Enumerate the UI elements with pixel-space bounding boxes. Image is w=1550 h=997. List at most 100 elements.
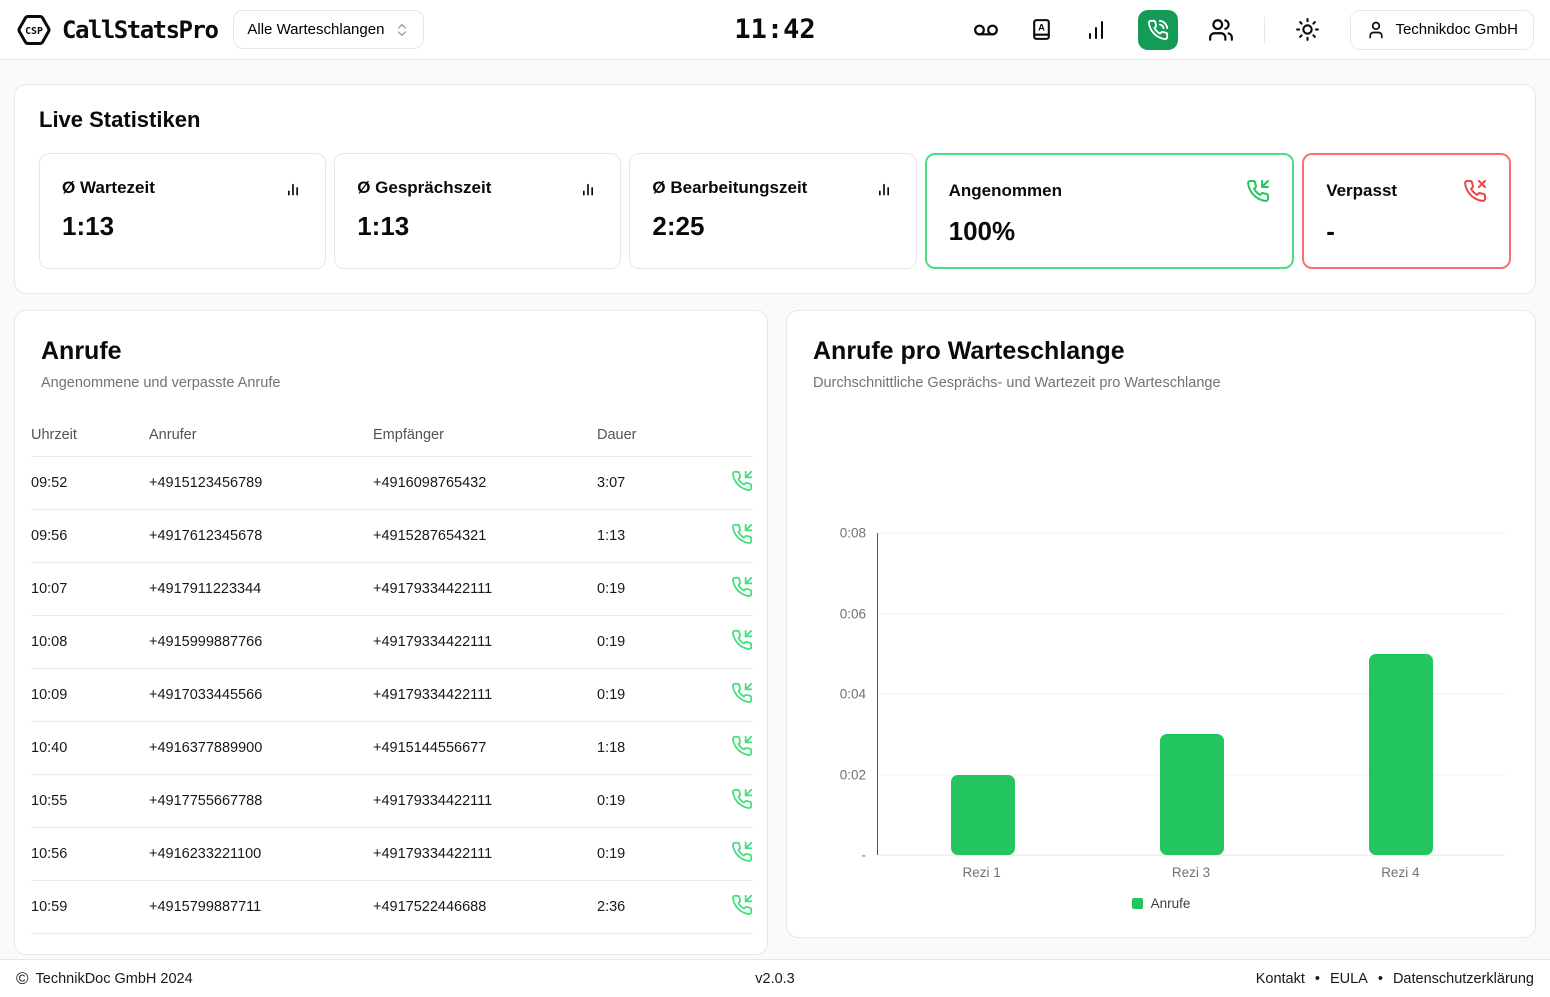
bar-slot <box>1296 533 1505 855</box>
stat-card-verpasst: Verpasst - <box>1302 153 1511 269</box>
cell-empfaenger: +49179334422111 <box>373 828 597 881</box>
cell-empfaenger: +49179334422111 <box>373 775 597 828</box>
stat-card-angenommen: Angenommen 100% <box>925 153 1295 269</box>
table-row[interactable]: 10:59 +4915799887711 +4917522446688 2:36 <box>31 881 753 934</box>
mini-bar-chart-icon <box>874 178 894 198</box>
calls-table-header-row: Uhrzeit Anrufer Empfänger Dauer <box>31 427 753 457</box>
copyright-icon: © <box>16 970 29 987</box>
footer-link-eula[interactable]: EULA <box>1330 971 1368 987</box>
cell-empfaenger: +49179334422111 <box>373 616 597 669</box>
bar-slot <box>1087 533 1296 855</box>
cell-uhrzeit: 10:07 <box>31 563 149 616</box>
cell-uhrzeit: 10:08 <box>31 616 149 669</box>
cell-empfaenger: +49179334422111 <box>373 669 597 722</box>
column-header-status <box>713 427 753 457</box>
x-axis-label: Rezi 4 <box>1296 865 1505 880</box>
stat-value: 1:13 <box>62 211 303 242</box>
cell-dauer: 1:18 <box>597 722 713 775</box>
table-row[interactable]: 10:56 +4916233221100 +49179334422111 0:1… <box>31 828 753 881</box>
phone-incoming-icon <box>713 510 753 563</box>
phone-incoming-icon <box>713 669 753 722</box>
csp-hexagon-logo-icon: CSP <box>16 12 52 48</box>
contacts-book-icon[interactable]: A <box>1029 17 1054 42</box>
cell-uhrzeit: 10:59 <box>31 881 149 934</box>
table-row[interactable]: 10:55 +4917755667788 +49179334422111 0:1… <box>31 775 753 828</box>
mini-bar-chart-icon <box>283 178 303 198</box>
y-tick-label: 0:06 <box>840 606 866 621</box>
table-row[interactable]: 10:40 +4916377889900 +4915144556677 1:18 <box>31 722 753 775</box>
team-users-icon[interactable] <box>1208 17 1234 43</box>
column-header-empfaenger: Empfänger <box>373 427 597 457</box>
table-row[interactable]: 10:08 +4915999887766 +49179334422111 0:1… <box>31 616 753 669</box>
chart-legend: Anrufe <box>787 896 1535 911</box>
chart-title: Anrufe pro Warteschlange <box>813 337 1509 366</box>
cell-uhrzeit: 10:09 <box>31 669 149 722</box>
cell-uhrzeit: 10:56 <box>31 828 149 881</box>
user-icon <box>1366 20 1386 40</box>
app-version: v2.0.3 <box>755 971 795 987</box>
cell-anrufer: +4916377889900 <box>149 722 373 775</box>
cell-empfaenger: +4915287654321 <box>373 510 597 563</box>
cell-anrufer: +4915799887711 <box>149 881 373 934</box>
cell-dauer: 3:07 <box>597 457 713 510</box>
account-button[interactable]: Technikdoc GmbH <box>1350 10 1534 50</box>
cell-dauer: 0:19 <box>597 616 713 669</box>
table-row[interactable]: 10:07 +4917911223344 +49179334422111 0:1… <box>31 563 753 616</box>
phone-incoming-icon <box>713 563 753 616</box>
stat-value: 100% <box>949 216 1271 247</box>
bar-slot <box>878 533 1087 855</box>
phone-incoming-icon <box>713 828 753 881</box>
cell-empfaenger: +4917522446688 <box>373 881 597 934</box>
phone-incoming-icon <box>713 881 753 934</box>
cell-uhrzeit: 09:52 <box>31 457 149 510</box>
live-clock: 11:42 <box>734 14 815 45</box>
x-axis-label: Rezi 3 <box>1086 865 1295 880</box>
footer-copyright: © TechnikDoc GmbH 2024 <box>16 970 193 987</box>
y-tick-label: 0:04 <box>840 687 866 702</box>
voicemail-icon[interactable] <box>973 17 999 43</box>
footer-separator: • <box>1315 971 1320 987</box>
footer-link-datenschutz[interactable]: Datenschutzerklärung <box>1393 971 1534 987</box>
cell-anrufer: +4915123456789 <box>149 457 373 510</box>
phone-incoming-icon <box>713 616 753 669</box>
y-tick-label: 0:02 <box>840 767 866 782</box>
top-bar: CSP CallStatsPro Alle Warteschlangen 11:… <box>0 0 1550 60</box>
table-row[interactable]: 10:09 +4917033445566 +49179334422111 0:1… <box>31 669 753 722</box>
chevrons-up-down-icon <box>394 22 410 38</box>
theme-toggle-sun-icon[interactable] <box>1295 17 1320 42</box>
stat-label: Verpasst <box>1326 181 1397 201</box>
cell-uhrzeit: 10:55 <box>31 775 149 828</box>
stat-card-wartezeit: Ø Wartezeit 1:13 <box>39 153 326 269</box>
legend-label: Anrufe <box>1151 896 1191 911</box>
table-row[interactable]: 09:52 +4915123456789 +4916098765432 3:07 <box>31 457 753 510</box>
footer-separator: • <box>1378 971 1383 987</box>
account-label: Technikdoc GmbH <box>1395 21 1518 38</box>
column-header-dauer: Dauer <box>597 427 713 457</box>
column-header-uhrzeit: Uhrzeit <box>31 427 149 457</box>
chart-subtitle: Durchschnittliche Gesprächs- und Warteze… <box>813 375 1509 391</box>
calls-table-body: 09:52 +4915123456789 +4916098765432 3:07… <box>31 457 753 934</box>
phone-calls-active-button[interactable] <box>1138 10 1178 50</box>
table-row[interactable]: 09:56 +4917612345678 +4915287654321 1:13 <box>31 510 753 563</box>
cell-anrufer: +4917612345678 <box>149 510 373 563</box>
legend-swatch <box>1132 898 1143 909</box>
queue-selector-value: Alle Warteschlangen <box>247 21 384 38</box>
y-tick-label: - <box>862 848 867 863</box>
cell-uhrzeit: 09:56 <box>31 510 149 563</box>
bar-chart: -0:020:040:060:08 Rezi 1Rezi 3Rezi 4 Anr… <box>787 533 1535 911</box>
statistics-bars-icon[interactable] <box>1084 18 1108 42</box>
app-logo: CSP CallStatsPro <box>16 12 217 48</box>
queue-selector-dropdown[interactable]: Alle Warteschlangen <box>233 10 424 49</box>
calls-table: Uhrzeit Anrufer Empfänger Dauer 09:52 +4… <box>31 427 753 934</box>
footer-copyright-text: TechnikDoc GmbH 2024 <box>36 971 193 987</box>
live-stats-title: Live Statistiken <box>39 107 1511 133</box>
cell-dauer: 0:19 <box>597 775 713 828</box>
cell-empfaenger: +49179334422111 <box>373 563 597 616</box>
phone-incoming-icon <box>1246 179 1270 203</box>
phone-incoming-icon <box>713 722 753 775</box>
footer-link-kontakt[interactable]: Kontakt <box>1256 971 1305 987</box>
x-axis-label: Rezi 1 <box>877 865 1086 880</box>
footer: © TechnikDoc GmbH 2024 v2.0.3 Kontakt • … <box>0 959 1550 997</box>
cell-anrufer: +4917033445566 <box>149 669 373 722</box>
svg-text:CSP: CSP <box>25 25 43 36</box>
